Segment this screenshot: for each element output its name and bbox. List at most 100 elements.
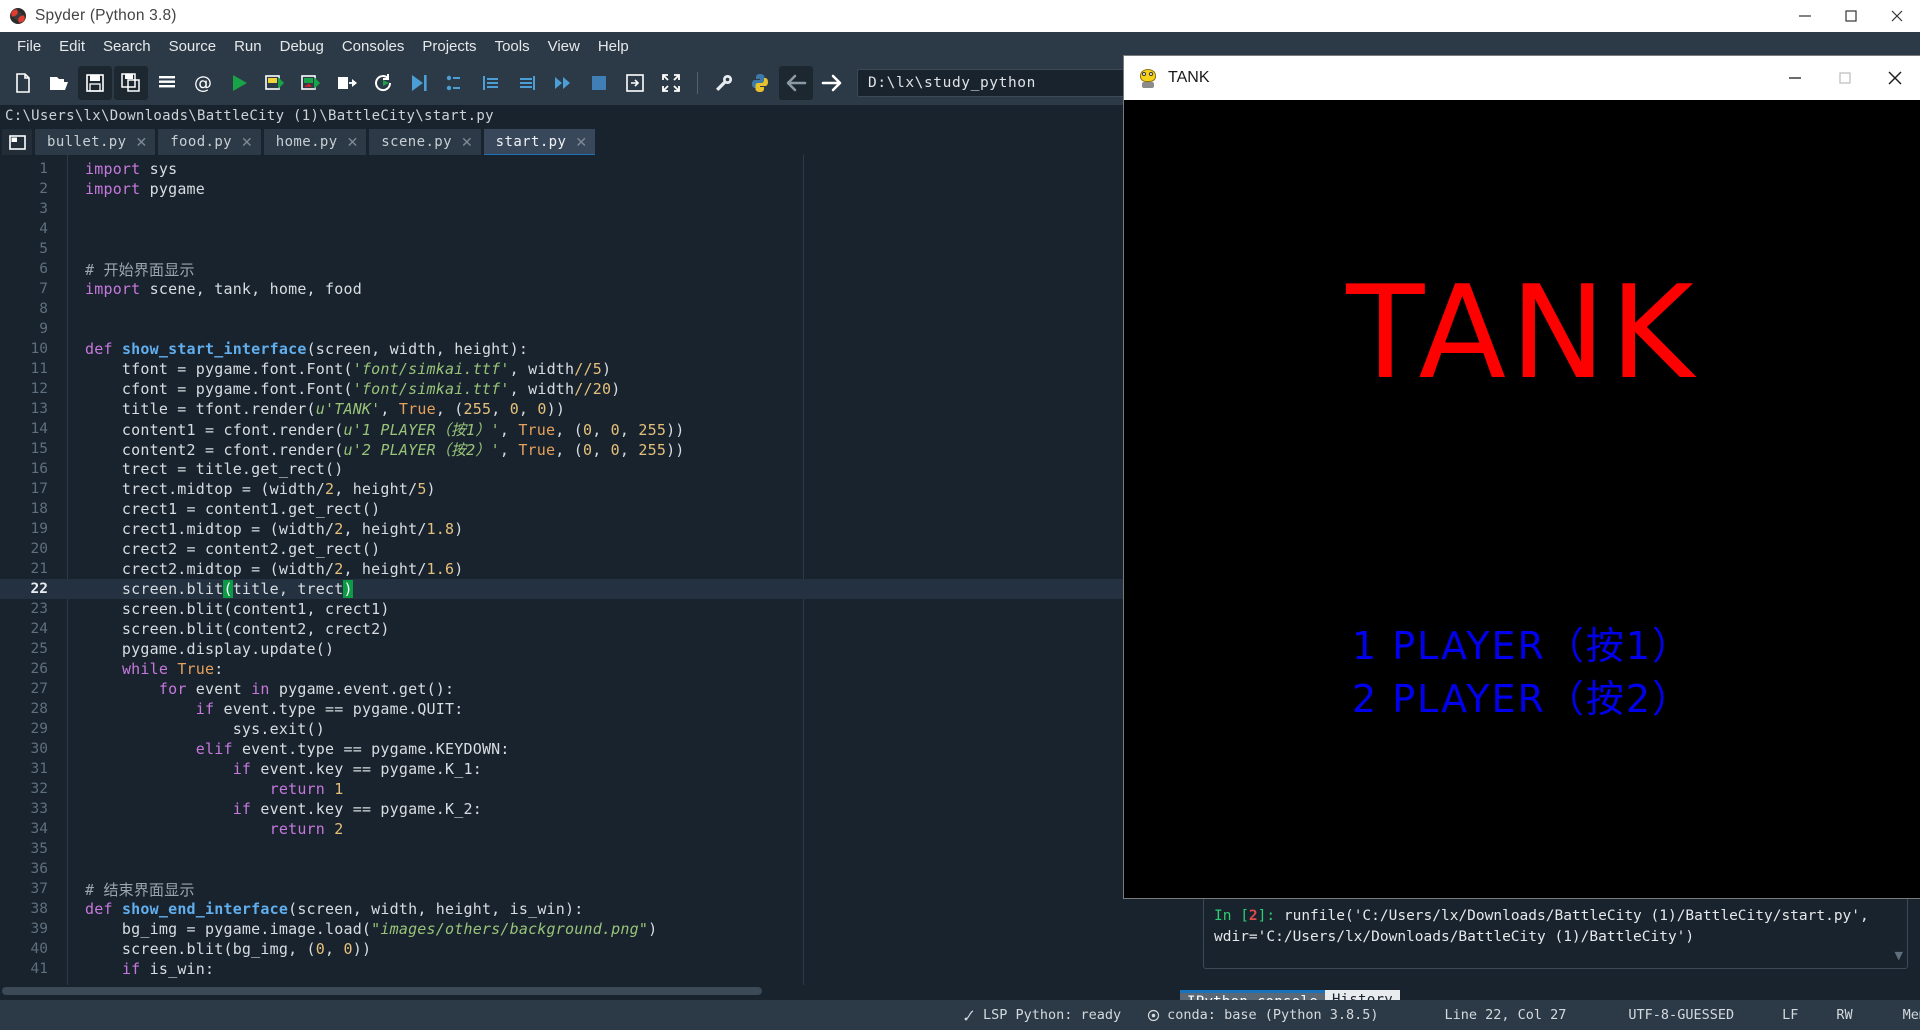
open-file-icon[interactable] [42, 66, 76, 100]
back-icon[interactable] [779, 66, 813, 100]
code-line[interactable]: 11 tfont = pygame.font.Font('font/simkai… [0, 359, 1150, 379]
tank-option-two-player[interactable]: 2 PLAYER（按2） [1124, 680, 1920, 718]
scrollbar-thumb[interactable] [2, 987, 762, 995]
stop-debug-icon[interactable] [582, 66, 616, 100]
code-line[interactable]: 24 screen.blit(content2, crect2) [0, 619, 1150, 639]
minimize-button[interactable] [1782, 0, 1828, 32]
close-icon[interactable]: ✕ [347, 135, 359, 149]
tank-game-canvas[interactable]: TANK 1 PLAYER（按1） 2 PLAYER（按2） [1124, 100, 1920, 898]
continue-icon[interactable] [546, 66, 580, 100]
file-switcher-icon[interactable] [150, 66, 184, 100]
code-line[interactable]: 19 crect1.midtop = (width/2, height/1.8) [0, 519, 1150, 539]
step-return-icon[interactable] [510, 66, 544, 100]
code-line[interactable]: 17 trect.midtop = (width/2, height/5) [0, 479, 1150, 499]
editor-horizontal-scrollbar[interactable] [0, 985, 1150, 997]
menu-source[interactable]: Source [160, 35, 226, 58]
close-icon[interactable]: ✕ [461, 135, 473, 149]
code-line[interactable]: 27 for event in pygame.event.get(): [0, 679, 1150, 699]
console-output-area[interactable]: In [2]: runfile('C:/Users/lx/Downloads/B… [1203, 897, 1908, 969]
code-line[interactable]: 14 content1 = cfont.render(u'1 PLAYER（按1… [0, 419, 1150, 439]
code-line[interactable]: 22 screen.blit(title, trect) [0, 579, 1150, 599]
code-line[interactable]: 5 [0, 239, 1150, 259]
code-line[interactable]: 36 [0, 859, 1150, 879]
code-line[interactable]: 18 crect1 = content1.get_rect() [0, 499, 1150, 519]
re-run-cell-icon[interactable] [366, 66, 400, 100]
browse-tabs-icon[interactable] [2, 129, 32, 155]
menu-projects[interactable]: Projects [413, 35, 485, 58]
menu-view[interactable]: View [539, 35, 589, 58]
tank-option-one-player[interactable]: 1 PLAYER（按1） [1124, 627, 1920, 665]
close-icon[interactable]: ✕ [575, 135, 587, 149]
close-button[interactable] [1874, 0, 1920, 32]
chevron-down-icon[interactable]: ▼ [1895, 949, 1903, 962]
code-line[interactable]: 33 if event.key == pygame.K_2: [0, 799, 1150, 819]
code-line[interactable]: 26 while True: [0, 659, 1150, 679]
code-line[interactable]: 25 pygame.display.update() [0, 639, 1150, 659]
run-cell-advance-icon[interactable] [294, 66, 328, 100]
code-line[interactable]: 31 if event.key == pygame.K_1: [0, 759, 1150, 779]
menu-help[interactable]: Help [589, 35, 638, 58]
close-icon[interactable]: ✕ [241, 135, 253, 149]
new-file-icon[interactable] [6, 66, 40, 100]
menu-debug[interactable]: Debug [271, 35, 333, 58]
code-line[interactable]: 7 import scene, tank, home, food [0, 279, 1150, 299]
tab-start-py[interactable]: start.py ✕ [483, 129, 596, 157]
code-line[interactable]: 40 screen.blit(bg_img, (0, 0)) [0, 939, 1150, 959]
code-editor[interactable]: 1 import sys 2 import pygame 3 4 5 6 # 开始界面显示… [0, 155, 1150, 997]
tank-close-button[interactable] [1870, 56, 1920, 100]
code-line[interactable]: 38 def show_end_interface(screen, width, … [0, 899, 1150, 919]
code-line[interactable]: 12 cfont = pygame.font.Font('font/simkai… [0, 379, 1150, 399]
menu-edit[interactable]: Edit [50, 35, 94, 58]
menu-search[interactable]: Search [94, 35, 160, 58]
code-line[interactable]: 9 [0, 319, 1150, 339]
code-line[interactable]: 41 if is_win: [0, 959, 1150, 979]
menu-file[interactable]: File [8, 35, 50, 58]
code-line[interactable]: 30 elif event.type == pygame.KEYDOWN: [0, 739, 1150, 759]
step-into-icon[interactable] [474, 66, 508, 100]
tank-maximize-button[interactable] [1820, 56, 1870, 100]
code-line[interactable]: 1 import sys [0, 159, 1150, 179]
save-file-icon[interactable] [78, 66, 112, 100]
menu-run[interactable]: Run [225, 35, 271, 58]
code-line[interactable]: 16 trect = title.get_rect() [0, 459, 1150, 479]
code-line[interactable]: 20 crect2 = content2.get_rect() [0, 539, 1150, 559]
code-line[interactable]: 28 if event.type == pygame.QUIT: [0, 699, 1150, 719]
menu-tools[interactable]: Tools [486, 35, 539, 58]
code-line[interactable]: 8 [0, 299, 1150, 319]
code-line[interactable]: 29 sys.exit() [0, 719, 1150, 739]
tank-game-window[interactable]: TANK TANK 1 PLAYER（按1） 2 PLAYER（按2） [1124, 56, 1920, 898]
code-line[interactable]: 35 [0, 839, 1150, 859]
code-line[interactable]: 2 import pygame [0, 179, 1150, 199]
code-lines[interactable]: 1 import sys 2 import pygame 3 4 5 6 # 开始界面显示… [0, 159, 1150, 979]
code-line[interactable]: 6 # 开始界面显示 [0, 259, 1150, 279]
code-line[interactable]: 37 # 结束界面显示 [0, 879, 1150, 899]
code-line[interactable]: 10 def show_start_interface(screen, width… [0, 339, 1150, 359]
code-line[interactable]: 3 [0, 199, 1150, 219]
code-line[interactable]: 23 screen.blit(content1, crect1) [0, 599, 1150, 619]
run-file-icon[interactable] [222, 66, 256, 100]
tank-minimize-button[interactable] [1770, 56, 1820, 100]
find-symbol-icon[interactable]: @ [186, 66, 220, 100]
tab-bullet-py[interactable]: bullet.py ✕ [35, 129, 156, 155]
tab-home-py[interactable]: home.py ✕ [263, 129, 367, 155]
run-cell-icon[interactable] [258, 66, 292, 100]
code-line[interactable]: 13 title = tfont.render(u'TANK', True, (… [0, 399, 1150, 419]
code-line[interactable]: 39 bg_img = pygame.image.load("images/ot… [0, 919, 1150, 939]
code-line[interactable]: 32 return 1 [0, 779, 1150, 799]
code-line[interactable]: 34 return 2 [0, 819, 1150, 839]
code-line[interactable]: 15 content2 = cfont.render(u'2 PLAYER（按2… [0, 439, 1150, 459]
save-all-icon[interactable] [114, 66, 148, 100]
code-line[interactable]: 21 crect2.midtop = (width/2, height/1.6) [0, 559, 1150, 579]
pythonpath-manager-icon[interactable] [743, 66, 777, 100]
code-line[interactable]: 4 [0, 219, 1150, 239]
close-icon[interactable]: ✕ [135, 135, 147, 149]
tab-scene-py[interactable]: scene.py ✕ [369, 129, 481, 155]
step-over-icon[interactable] [438, 66, 472, 100]
run-selection-icon[interactable] [330, 66, 364, 100]
debug-file-icon[interactable] [402, 66, 436, 100]
maximize-button[interactable] [1828, 0, 1874, 32]
forward-icon[interactable] [815, 66, 849, 100]
tab-food-py[interactable]: food.py ✕ [158, 129, 261, 155]
menu-consoles[interactable]: Consoles [333, 35, 414, 58]
maximize-pane-icon[interactable] [654, 66, 688, 100]
